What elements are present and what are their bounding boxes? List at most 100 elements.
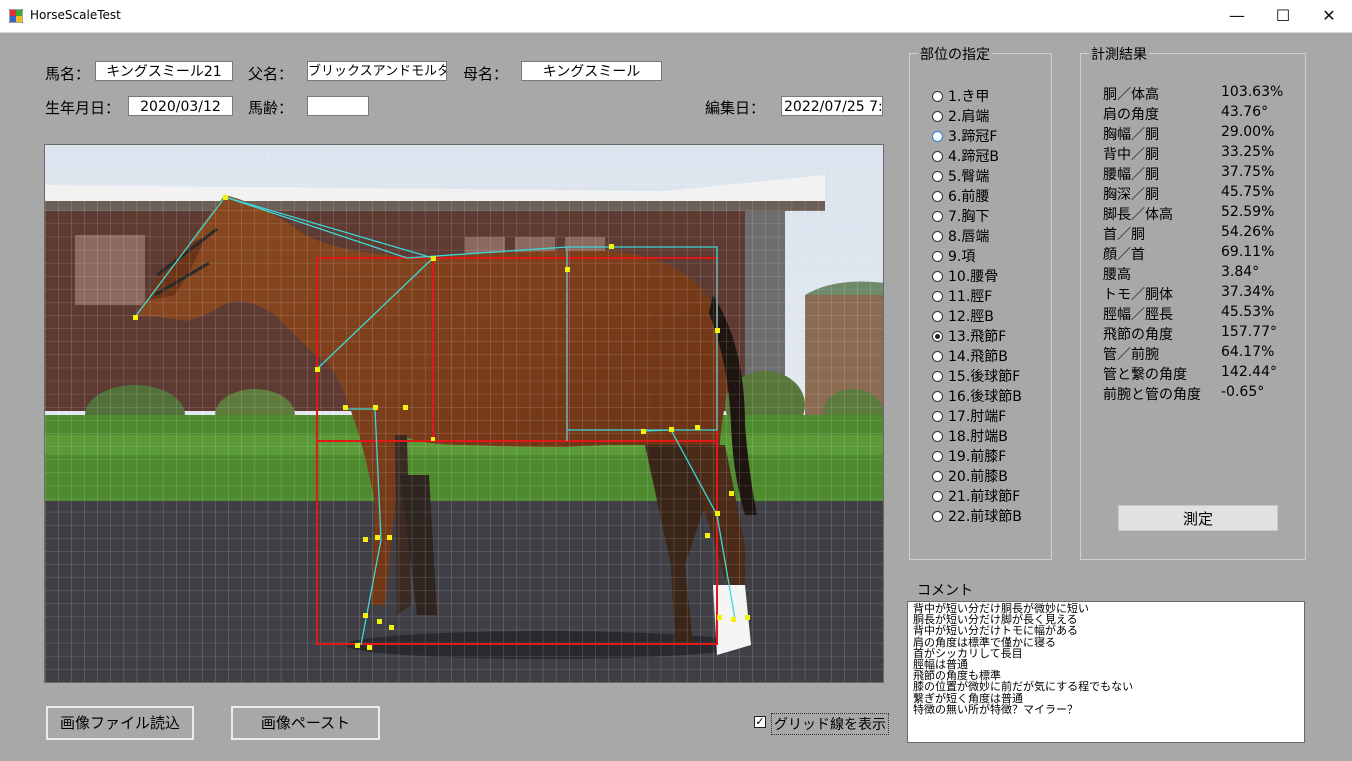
comment-textarea[interactable]: 背中が短い分だけ胴長が微妙に短い 胴長が短い分だけ脚が長く見える 背中が短い分だけト…: [907, 601, 1305, 743]
load-image-button[interactable]: 画像ファイル読込: [46, 706, 194, 740]
radio-button-icon[interactable]: [932, 250, 943, 262]
radio-button-icon[interactable]: [932, 490, 943, 502]
part-option[interactable]: 4.蹄冠B: [932, 146, 999, 166]
radio-button-icon[interactable]: [932, 130, 943, 142]
radio-button-icon[interactable]: [932, 230, 943, 242]
result-name: 顔／首: [1103, 247, 1145, 263]
part-option[interactable]: 18.肘端B: [932, 426, 1008, 446]
radio-button-icon[interactable]: [932, 190, 943, 202]
part-option[interactable]: 9.項: [932, 246, 975, 266]
checkbox-icon[interactable]: ✓: [754, 716, 766, 728]
birth-field[interactable]: 2020/03/12: [128, 96, 233, 116]
radio-button-icon[interactable]: [932, 510, 943, 522]
part-option[interactable]: 6.前腰: [932, 186, 989, 206]
part-option-label: 1.き甲: [948, 89, 990, 105]
app-icon: [9, 9, 23, 23]
radio-button-icon[interactable]: [932, 350, 943, 362]
dam-label: 母名：: [463, 65, 509, 83]
result-name: 腰幅／胴: [1103, 167, 1159, 183]
radio-button-icon[interactable]: [932, 410, 943, 422]
part-option[interactable]: 5.臀端: [932, 166, 989, 186]
result-value: 43.76°: [1221, 104, 1269, 120]
grid-toggle-checkbox[interactable]: ✓ グリッド線を表示: [754, 713, 889, 735]
radio-button-icon[interactable]: [932, 210, 943, 222]
part-option-label: 21.前球節F: [948, 489, 1021, 505]
part-option-label: 18.肘端B: [948, 429, 1008, 445]
radio-button-icon[interactable]: [932, 110, 943, 122]
part-option[interactable]: 13.飛節F: [932, 326, 1006, 346]
radio-button-icon[interactable]: [932, 390, 943, 402]
edit-date-field[interactable]: 2022/07/25 7:: [781, 96, 883, 116]
part-option[interactable]: 15.後球節F: [932, 366, 1020, 386]
close-button[interactable]: ✕: [1306, 0, 1352, 32]
part-option[interactable]: 17.肘端F: [932, 406, 1006, 426]
part-option[interactable]: 3.蹄冠F: [932, 126, 997, 146]
part-option-label: 22.前球節B: [948, 509, 1022, 525]
part-option-label: 14.飛節B: [948, 349, 1008, 365]
radio-button-icon[interactable]: [932, 370, 943, 382]
comment-line: 首がシッカリして長目: [913, 646, 1023, 660]
comment-label: コメント: [917, 583, 973, 599]
edit-date-label: 編集日：: [705, 99, 766, 117]
horse-image-canvas[interactable]: [44, 144, 884, 683]
horse-name-label: 馬名：: [45, 65, 91, 83]
part-option[interactable]: 11.脛F: [932, 286, 992, 306]
title-bar: HorseScaleTest — ☐ ✕: [0, 0, 1352, 33]
grid-toggle-label: グリッド線を表示: [771, 713, 889, 735]
part-option-label: 13.飛節F: [948, 329, 1007, 345]
radio-button-icon[interactable]: [932, 150, 943, 162]
part-option[interactable]: 14.飛節B: [932, 346, 1008, 366]
age-label: 馬齢：: [248, 99, 294, 117]
radio-button-icon[interactable]: [932, 330, 943, 342]
part-option-label: 16.後球節B: [948, 389, 1022, 405]
minimize-button[interactable]: —: [1214, 0, 1260, 32]
part-option[interactable]: 21.前球節F: [932, 486, 1020, 506]
part-option[interactable]: 22.前球節B: [932, 506, 1022, 526]
radio-button-icon[interactable]: [932, 450, 943, 462]
result-value: 142.44°: [1221, 364, 1277, 380]
part-option-label: 12.脛B: [948, 309, 994, 325]
horse-name-field[interactable]: キングスミール21: [95, 61, 233, 81]
result-value: 157.77°: [1221, 324, 1277, 340]
result-value: 3.84°: [1221, 264, 1260, 280]
result-name: 前腕と管の角度: [1103, 387, 1201, 403]
part-option-label: 19.前膝F: [948, 449, 1007, 465]
maximize-button[interactable]: ☐: [1260, 0, 1306, 32]
result-name: 管と繋の角度: [1103, 367, 1187, 383]
part-option[interactable]: 12.脛B: [932, 306, 994, 326]
part-option[interactable]: 1.き甲: [932, 86, 989, 106]
comment-line: 背中が短い分だけトモに幅がある: [913, 624, 1078, 638]
radio-button-icon[interactable]: [932, 170, 943, 182]
radio-button-icon[interactable]: [932, 290, 943, 302]
result-name: 脚長／体高: [1103, 207, 1173, 223]
results-group: 計測結果 胴／体高 103.63% 肩の角度 43.76° 胸幅／胴 29.00% 背中／胴…: [1080, 44, 1306, 560]
age-field[interactable]: [307, 96, 369, 116]
part-option[interactable]: 20.前膝B: [932, 466, 1008, 486]
radio-button-icon[interactable]: [932, 310, 943, 322]
part-option[interactable]: 8.唇端: [932, 226, 989, 246]
paste-image-button[interactable]: 画像ペースト: [231, 706, 380, 740]
radio-button-icon[interactable]: [932, 270, 943, 282]
sire-field[interactable]: ブリックスアンドモルタル: [307, 61, 447, 81]
part-option[interactable]: 7.胸下: [932, 206, 989, 226]
part-option[interactable]: 16.後球節B: [932, 386, 1022, 406]
part-option[interactable]: 10.腰骨: [932, 266, 998, 286]
result-name: 胸深／胴: [1103, 187, 1159, 203]
result-value: 45.75%: [1221, 184, 1275, 200]
radio-button-icon[interactable]: [932, 430, 943, 442]
radio-button-icon[interactable]: [932, 90, 943, 102]
part-option-label: 5.臀端: [948, 169, 990, 185]
result-value: 54.26%: [1221, 224, 1275, 240]
result-value: -0.65°: [1221, 384, 1265, 400]
result-value: 52.59%: [1221, 204, 1275, 220]
radio-button-icon[interactable]: [932, 470, 943, 482]
result-value: 64.17%: [1221, 344, 1275, 360]
measure-button[interactable]: 測定: [1118, 505, 1278, 531]
results-title: 計測結果: [1089, 44, 1149, 64]
part-option[interactable]: 2.肩端: [932, 106, 989, 126]
result-name: 胸幅／胴: [1103, 127, 1159, 143]
part-option-label: 8.唇端: [948, 229, 990, 245]
dam-field[interactable]: キングスミール: [521, 61, 662, 81]
part-option[interactable]: 19.前膝F: [932, 446, 1006, 466]
part-option-label: 4.蹄冠B: [948, 149, 999, 165]
